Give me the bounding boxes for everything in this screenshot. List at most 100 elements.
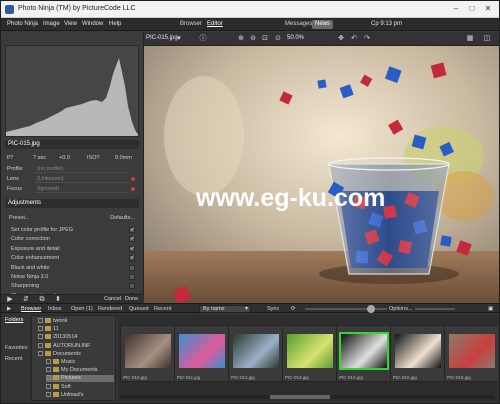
slider-knob[interactable] <box>367 305 375 313</box>
thumbnail[interactable]: PIC-010.jpg <box>120 325 175 382</box>
expand-icon[interactable] <box>38 318 43 323</box>
expand-icon[interactable] <box>46 359 51 364</box>
image-canvas[interactable]: www.eg-ku.com <box>144 46 499 303</box>
refresh-icon[interactable]: ⟳ <box>291 306 296 312</box>
folder-item[interactable]: 11 <box>38 326 114 333</box>
menu-view[interactable]: View <box>64 21 77 27</box>
move-icon[interactable]: ✥ <box>336 34 346 44</box>
folder-item[interactable]: Documents <box>38 350 114 358</box>
folder-item[interactable]: tworik <box>38 318 114 325</box>
mode-browser[interactable]: Browser <box>177 20 205 29</box>
cancel-button[interactable]: Cancel <box>104 296 121 302</box>
adjustment-checkbox[interactable] <box>129 274 135 280</box>
defaults-button[interactable]: Defaults... <box>110 215 135 221</box>
adjustment-row[interactable]: Black and white <box>11 264 139 273</box>
adjustment-checkbox[interactable] <box>129 226 135 233</box>
adjustment-row[interactable]: Exposure and detail <box>11 245 139 254</box>
thumbnail-scrollbar[interactable] <box>120 395 494 399</box>
folder-item[interactable]: 20130514 <box>38 334 114 341</box>
thumbnail-image <box>233 334 279 368</box>
lens-row[interactable]: Lens (Unknown) <box>7 175 137 184</box>
lens-value[interactable]: (Unknown) <box>35 175 129 183</box>
adjustment-row[interactable]: Color correction <box>11 235 139 244</box>
profile-row[interactable]: Profile (no profile) <box>7 165 137 174</box>
messages-button[interactable]: Messages <box>282 20 315 29</box>
adjustment-row[interactable]: Color enhancement <box>11 254 139 263</box>
folder-item[interactable]: Pictures <box>46 375 114 383</box>
expand-icon[interactable] <box>38 350 43 356</box>
thumbnail-size-slider[interactable] <box>305 305 455 313</box>
adjustment-checkbox[interactable] <box>129 235 135 243</box>
zoom-actual-icon[interactable]: ⊙ <box>273 34 283 44</box>
adjustment-row[interactable]: Noise Ninja 3.0 <box>11 274 139 282</box>
zoom-fit-icon[interactable]: ⊡ <box>260 34 270 44</box>
info-icon[interactable]: ⓘ <box>198 34 208 44</box>
tab-rendered[interactable]: Rendered <box>98 306 122 312</box>
tab-inbox[interactable]: Inbox <box>48 306 61 312</box>
thumbnail[interactable]: PIC-012.jpg <box>228 325 283 382</box>
split-view-icon[interactable]: ◫ <box>482 34 492 44</box>
minimize-button[interactable]: – <box>449 3 463 15</box>
folder-item[interactable]: Music <box>46 359 114 366</box>
adjustment-row[interactable]: Sharpening <box>11 283 139 291</box>
preset-button[interactable]: Preset... <box>9 215 29 221</box>
expand-icon[interactable] <box>38 326 43 332</box>
thumbnail[interactable]: PIC-015.jpg <box>390 325 445 382</box>
news-button[interactable]: News <box>312 20 334 29</box>
tab-folders[interactable]: Folders <box>5 317 23 323</box>
folder-item[interactable]: My Documents <box>46 367 114 374</box>
focus-value[interactable]: (Ignored) <box>35 185 129 193</box>
close-button[interactable]: ✕ <box>481 3 495 15</box>
focus-row[interactable]: Focus (Ignored) <box>7 185 137 194</box>
adjustment-checkbox[interactable] <box>129 283 135 290</box>
adjustment-checkbox[interactable] <box>129 254 135 262</box>
menu-image[interactable]: Image <box>43 21 60 27</box>
folder-item[interactable]: Unlinad's <box>46 391 114 399</box>
zoom-out-icon[interactable]: ⊖ <box>248 34 258 44</box>
adjustment-checkbox[interactable] <box>129 264 135 271</box>
grid-view-icon[interactable]: ▦ <box>465 34 475 44</box>
chevron-down-icon[interactable]: ▾ <box>174 34 184 44</box>
menu-photo-ninja[interactable]: Photo Ninja <box>7 21 38 27</box>
tab-open[interactable]: Open (1) <box>71 306 93 312</box>
thumbnail[interactable]: PIC-011.jpg <box>174 325 229 382</box>
menu-help[interactable]: Help <box>109 21 121 27</box>
rotate-right-icon[interactable]: ↷ <box>362 34 372 44</box>
done-button[interactable]: Done <box>125 296 138 302</box>
thumbnail[interactable]: PIC-014.jpg <box>336 325 391 382</box>
browser-play-icon[interactable]: ▶ <box>7 306 11 312</box>
profile-value[interactable]: (no profile) <box>35 165 129 173</box>
folder-item[interactable]: Soft <box>46 383 114 391</box>
tab-recent[interactable]: Recent <box>154 306 171 312</box>
menu-window[interactable]: Window <box>82 21 103 27</box>
maximize-button[interactable]: □ <box>465 3 479 15</box>
expand-icon[interactable] <box>46 391 51 397</box>
adjustments-header[interactable]: Adjustments <box>5 199 139 208</box>
adjustment-row[interactable]: Set color profile for JPEG <box>11 226 139 235</box>
zoom-in-icon[interactable]: ⊕ <box>236 34 246 44</box>
sort-select[interactable]: By name ▾ <box>199 305 251 313</box>
scrollbar-thumb[interactable] <box>270 395 330 399</box>
exif-aperture: f/? <box>7 155 14 161</box>
expand-icon[interactable] <box>46 375 51 381</box>
tab-queued[interactable]: Queued <box>129 306 149 312</box>
expand-icon[interactable] <box>38 334 43 340</box>
expand-icon[interactable] <box>46 383 51 389</box>
adjustment-checkbox[interactable] <box>129 245 135 252</box>
thumbnail[interactable]: PIC-013.jpg <box>282 325 337 382</box>
thumbnail-image <box>395 334 441 368</box>
thumbnail-strip: PIC-016.jpg PIC-015.jpg PIC-014.jpg PIC-013… <box>118 315 498 401</box>
rotate-left-icon[interactable]: ↶ <box>349 34 359 44</box>
expand-icon[interactable] <box>38 342 43 348</box>
tab-recent-folders[interactable]: Recent <box>5 356 22 362</box>
tab-favorites[interactable]: Favorites <box>5 345 28 351</box>
sync-button[interactable]: Sync <box>267 306 279 312</box>
expand-icon[interactable] <box>46 367 51 373</box>
folder-item[interactable]: AUTORUN.INF <box>38 342 114 350</box>
current-file[interactable]: PIC-015.jpg <box>146 35 178 41</box>
panel-toggle-icon[interactable]: ▣ <box>488 306 493 312</box>
tab-browser[interactable]: Browser <box>21 306 41 312</box>
thumbnail[interactable]: PIC-016.jpg <box>444 325 498 382</box>
options-button[interactable]: Options... <box>387 306 415 312</box>
mode-editor[interactable]: Editor <box>204 20 226 29</box>
